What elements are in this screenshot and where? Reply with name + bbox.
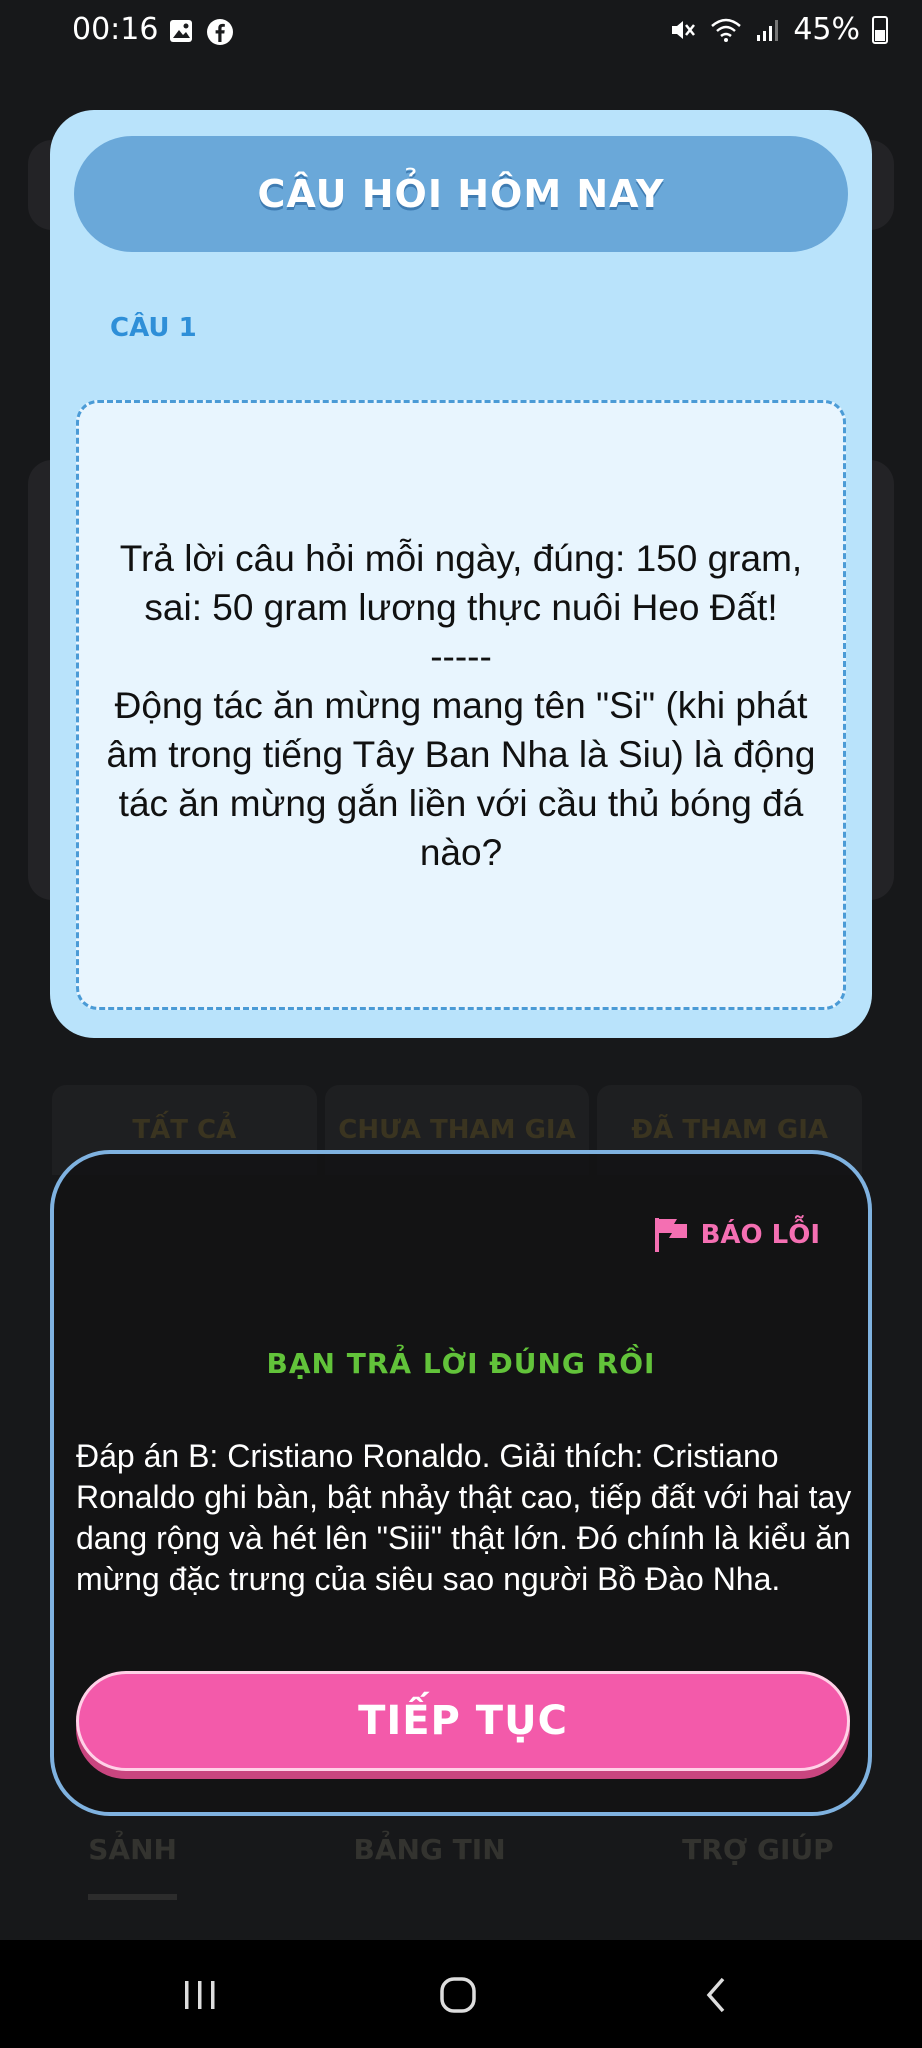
answer-panel: BÁO LỖI BẠN TRẢ LỜI ĐÚNG RỒI Đáp án B: C…: [50, 1150, 872, 1816]
back-icon: [706, 1977, 725, 2013]
status-time: 00:16: [72, 12, 159, 47]
facebook-icon: [207, 19, 233, 45]
nav-help: TRỢ GIÚP: [682, 1833, 834, 1866]
flag-icon: [654, 1218, 687, 1252]
status-system-icons: 45%: [669, 12, 888, 47]
gallery-icon: [170, 20, 192, 42]
home-icon: [440, 1977, 476, 2013]
continue-label: TIẾP TỤC: [358, 1698, 568, 1744]
answer-explanation: Đáp án B: Cristiano Ronaldo. Giải thích:…: [76, 1438, 852, 1597]
question-box: Trả lời câu hỏi mỗi ngày, đúng: 150 gram…: [76, 400, 846, 1010]
signal-icon: [757, 19, 779, 41]
system-navigation-bar: [0, 1940, 922, 2048]
battery-percent: 45%: [793, 12, 860, 47]
report-error-button[interactable]: BÁO LỖI: [653, 1216, 820, 1254]
question-number: CÂU 1: [110, 313, 197, 343]
wifi-icon: [711, 18, 742, 42]
battery-icon: [872, 15, 888, 44]
card-header: CÂU HỎI HÔM NAY: [74, 136, 848, 252]
question-card: CÂU HỎI HÔM NAY CÂU 1 Trả lời câu hỏi mỗ…: [50, 110, 872, 1038]
home-button[interactable]: [428, 1970, 488, 2020]
result-text: BẠN TRẢ LỜI ĐÚNG RỒI: [266, 1347, 656, 1380]
nav-news: BẢNG TIN: [353, 1833, 506, 1866]
recent-apps-icon: [185, 1981, 215, 2009]
recent-apps-button[interactable]: [170, 1970, 230, 2020]
continue-button[interactable]: TIẾP TỤC: [76, 1671, 850, 1771]
question-text: Trả lời câu hỏi mỗi ngày, đúng: 150 gram…: [106, 537, 816, 873]
mute-icon: [672, 20, 696, 39]
report-label: BÁO LỖI: [700, 1220, 820, 1250]
background-bottom-nav: SẢNH BẢNG TIN TRỢ GIÚP: [0, 1820, 922, 1900]
status-notification-icons: [168, 18, 234, 46]
nav-lobby: SẢNH: [88, 1820, 177, 1900]
status-bar: 00:16 45%: [0, 0, 922, 66]
back-button[interactable]: [686, 1970, 746, 2020]
card-title: CÂU HỎI HÔM NAY: [257, 172, 665, 216]
